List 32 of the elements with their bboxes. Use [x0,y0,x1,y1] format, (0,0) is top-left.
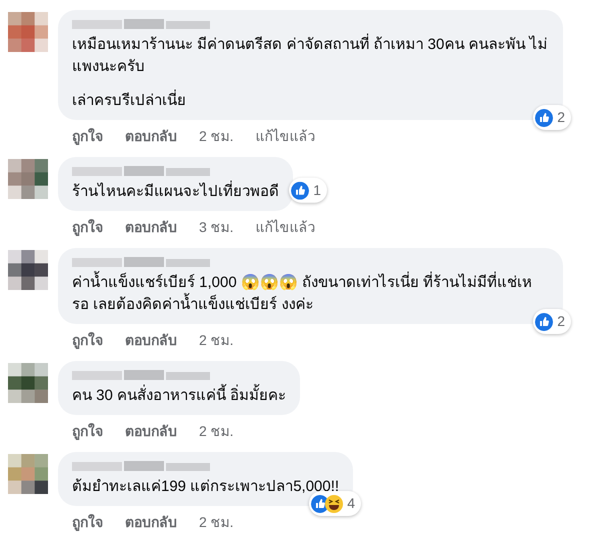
reply-link[interactable]: ตอบกลับ [125,126,177,147]
thumbs-up-icon [535,108,554,126]
laughing-face-icon [325,494,344,512]
reaction-count: 2 [557,108,565,127]
comment-time[interactable]: 2 ชม. [199,512,234,533]
reaction-badge[interactable]: 2 [533,309,571,334]
comment-text: ร้านไหนคะมีแผนจะไปเที่ยวพอดี [72,181,279,203]
like-link[interactable]: ถูกใจ [72,126,103,147]
comment-text: คน 30 คนสั่งอาหารแค่นี้ อิ่มมั้ยคะ [72,385,286,407]
like-link[interactable]: ถูกใจ [72,421,103,442]
comment-time[interactable]: 2 ชม. [199,330,234,351]
thumbs-up-icon [291,181,310,200]
reply-link[interactable]: ตอบกลับ [125,217,177,238]
thumbs-up-icon [535,312,554,330]
like-link[interactable]: ถูกใจ [72,217,103,238]
reaction-count: 2 [557,312,565,331]
reaction-badge[interactable]: 1 [289,178,327,203]
like-link[interactable]: ถูกใจ [72,512,103,533]
reply-link[interactable]: ตอบกลับ [125,512,177,533]
edited-label[interactable]: แก้ไขแล้ว [256,217,316,238]
edited-label[interactable]: แก้ไขแล้ว [256,126,316,147]
comment-time[interactable]: 3 ชม. [199,217,234,238]
reply-link[interactable]: ตอบกลับ [125,421,177,442]
reaction-badge[interactable]: 2 [533,105,571,130]
reaction-count: 1 [313,180,321,200]
comment-time[interactable]: 2 ชม. [199,421,234,442]
reply-link[interactable]: ตอบกลับ [125,330,177,351]
reaction-badge[interactable]: 4 [309,491,362,516]
reaction-count: 4 [347,494,356,513]
comment-time[interactable]: 2 ชม. [199,126,234,147]
comment-text: เหมือนเหมาร้านนะ มีค่าดนตรีสด ค่าจัดสถานที่ ถ้าเหมา 30คน คนละพัน ไม่แพงนะครับ [72,34,549,78]
like-link[interactable]: ถูกใจ [72,330,103,351]
